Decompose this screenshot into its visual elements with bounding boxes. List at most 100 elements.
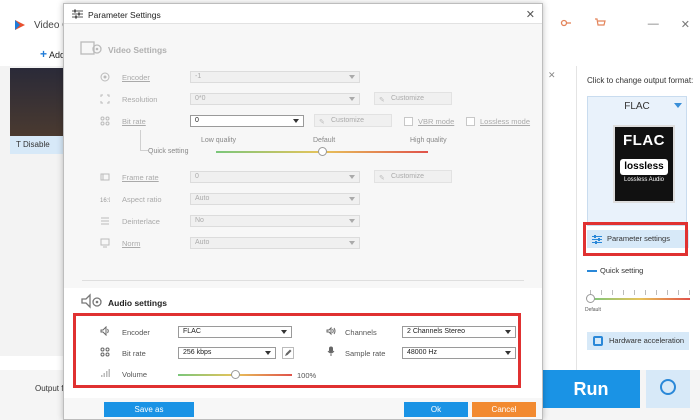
alarm-clock-icon [660,379,676,395]
video-settings-icon [80,41,102,55]
aspect-ratio-value: Auto [195,195,210,202]
video-bitrate-label: Bit rate [122,117,146,126]
video-quick-setting-label: Quick setting [148,148,189,155]
section-divider [82,280,524,281]
output-format-card[interactable]: FLAC FLAC lossless Lossless Audio [587,96,687,226]
frame-rate-customize-label: Customize [391,173,425,180]
video-thumbnail[interactable] [10,68,70,136]
norm-value: Auto [195,239,210,246]
aspect-ratio-icon: 16:9 [100,198,110,204]
run-button[interactable]: Run [542,370,640,408]
plus-icon: + [40,47,48,61]
disable-label: Disable [22,140,50,149]
format-icon-mid: lossless [620,159,668,175]
close-window-icon[interactable]: ✕ [681,18,690,31]
dialog-titlebar: Parameter Settings ✕ [64,4,542,24]
quick-setting-icon [587,270,597,273]
hardware-acceleration-button[interactable]: Hardware acceleration [587,332,689,350]
video-settings-title: Video Settings [108,45,167,55]
frame-rate-select[interactable]: 0 [190,171,360,183]
chevron-down-icon [349,97,355,101]
frame-rate-label: Frame rate [122,173,159,182]
quick-setting-slider-handle[interactable] [586,294,595,303]
svg-text:16:9: 16:9 [100,198,110,204]
resolution-value: 0*0 [195,95,206,102]
quick-setting-connector-h [140,150,148,151]
vbr-mode-checkbox[interactable] [404,117,413,126]
deinterlace-label: Deinterlace [122,217,160,226]
quick-setting-label: Quick setting [587,266,643,275]
bitrate-customize-label: Customize [331,117,365,124]
change-format-label: Click to change output format: [587,76,694,85]
video-bitrate-value: 0 [195,117,199,124]
disable-subtitle-row[interactable]: T Disable [10,136,70,154]
norm-icon [100,238,110,248]
alarm-button[interactable] [646,370,690,408]
deinterlace-select[interactable]: No [190,215,360,227]
quality-low-label: Low quality [201,137,237,144]
norm-label: Norm [122,239,141,248]
minimize-icon[interactable]: — [648,18,659,31]
chevron-down-icon [293,119,299,123]
encoder-icon [100,72,110,82]
quality-high-label: High quality [410,137,447,144]
resolution-icon [100,94,110,104]
highlight-box-audio-settings [73,313,521,388]
pencil-icon: ✎ [379,175,385,182]
key-icon[interactable] [560,17,572,29]
chevron-down-icon [349,175,355,179]
chip-icon [593,336,603,346]
highlight-box-parameter-settings [583,222,688,256]
dialog-close-icon[interactable]: ✕ [526,8,535,21]
chevron-down-icon [349,197,355,201]
output-format-panel: Click to change output format: FLAC FLAC… [576,66,700,370]
audio-settings-icon [81,293,102,309]
file-list-gap [542,66,572,366]
aspect-ratio-label: Aspect ratio [122,195,162,204]
app-logo-icon [15,20,25,30]
save-as-button[interactable]: Save as [104,402,194,417]
remove-file-icon[interactable]: ✕ [548,70,556,81]
dialog-title: Parameter Settings [88,10,161,20]
lossless-mode-checkbox[interactable] [466,117,475,126]
flac-format-icon: FLAC lossless Lossless Audio [613,125,675,203]
frame-rate-value: 0 [195,173,199,180]
window-controls: — ✕ [648,18,690,31]
video-encoder-select[interactable]: -1 [190,71,360,83]
resolution-customize-label: Customize [391,95,425,102]
pencil-icon: ✎ [319,119,325,126]
vbr-mode-label: VBR mode [418,117,455,126]
lossless-mode-label: Lossless mode [480,117,531,126]
text-icon: T [16,140,21,149]
audio-settings-title: Audio settings [108,298,168,308]
resolution-customize-button[interactable]: ✎ Customize [374,92,452,105]
quick-setting-connector [140,130,141,150]
app-tool-icons [560,17,606,29]
aspect-ratio-select[interactable]: Auto [190,193,360,205]
sliders-icon [72,9,83,19]
chevron-down-icon [349,241,355,245]
bitrate-customize-button[interactable]: ✎ Customize [314,114,392,127]
video-encoder-value: -1 [195,73,202,80]
frame-rate-customize-button[interactable]: ✎ Customize [374,170,452,183]
video-encoder-label: Encoder [122,73,150,82]
chevron-down-icon [349,75,355,79]
quality-slider-handle[interactable] [317,147,327,156]
add-files-button[interactable]: + Add [40,47,65,61]
quick-setting-ticks [590,290,690,296]
deinterlace-icon [101,217,109,225]
format-icon-bottom: Lossless Audio [623,177,665,183]
norm-select[interactable]: Auto [190,237,360,249]
bitrate-icon [100,116,110,126]
resolution-label: Resolution [122,95,158,104]
deinterlace-value: No [195,217,204,224]
chevron-down-icon [349,219,355,223]
format-icon-top: FLAC [623,132,665,149]
ok-button[interactable]: Ok [404,402,468,417]
cancel-button[interactable]: Cancel [472,402,536,417]
cart-icon[interactable] [594,17,606,29]
format-dropdown-icon[interactable] [674,103,682,108]
quick-setting-slider[interactable] [590,298,690,300]
video-bitrate-select[interactable]: 0 [190,115,304,127]
resolution-select[interactable]: 0*0 [190,93,360,105]
